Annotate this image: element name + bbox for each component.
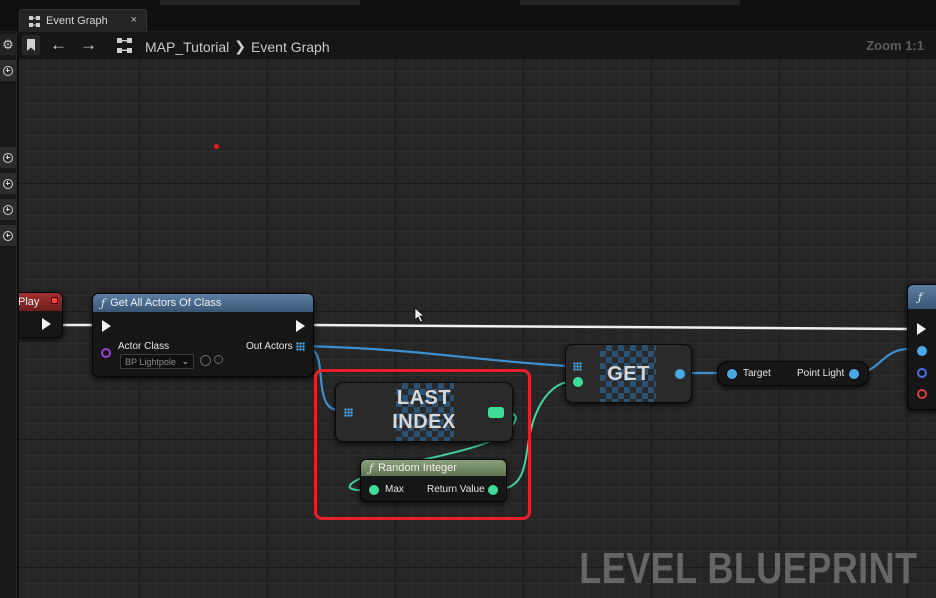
node-point-light-component[interactable]: Target Point Light (717, 361, 869, 386)
node-begin-play[interactable]: Play (19, 292, 63, 338)
breadcrumb-graph[interactable]: Event Graph (251, 39, 330, 55)
item-out-pin[interactable] (675, 369, 685, 379)
function-icon: ƒ (918, 290, 923, 304)
actor-class-label: Actor Class (118, 341, 170, 352)
node-title: Get All Actors Of Class (110, 297, 222, 309)
breadcrumb-separator: ❯ (234, 38, 247, 54)
breadcrumb-bar: ← → MAP_Tutorial ❯ Event Graph Zoom 1:1 (19, 32, 936, 59)
top-divider (520, 0, 740, 5)
add-circle-icon (3, 65, 13, 76)
add-button[interactable] (0, 199, 16, 221)
exec-wire (308, 323, 910, 331)
target-pin[interactable] (917, 346, 927, 356)
exec-out-pin[interactable] (296, 320, 305, 332)
add-button[interactable] (0, 147, 16, 169)
node-get[interactable]: GET (565, 344, 692, 403)
bookmark-icon (27, 39, 35, 51)
highlight-box (314, 369, 531, 520)
object-wire (303, 344, 568, 368)
gear-icon[interactable]: ⚙ (0, 34, 16, 56)
target-pin[interactable] (727, 369, 737, 379)
top-divider (160, 0, 360, 5)
add-circle-icon (3, 152, 13, 163)
exec-in-pin[interactable] (917, 323, 926, 335)
target-label: Target (743, 368, 771, 379)
exec-in-pin[interactable] (102, 320, 111, 332)
chevron-down-icon: ⌄ (181, 356, 189, 366)
red-marker (214, 144, 219, 149)
back-arrow-icon[interactable]: ← (50, 36, 67, 54)
point-light-label: Point Light (797, 368, 845, 379)
mouse-cursor-icon (414, 307, 426, 323)
tab-label: Event Graph (46, 15, 108, 27)
tab-bar: Event Graph × (0, 0, 936, 32)
array-in-pin[interactable] (573, 362, 582, 371)
node-set-light-function[interactable]: ƒ (907, 284, 936, 410)
node-title: Play (19, 296, 40, 308)
left-toolbar: ⚙ (0, 32, 17, 598)
node-title: GET (607, 363, 650, 385)
node-header: Play (19, 293, 62, 311)
point-light-pin[interactable] (849, 369, 859, 379)
input-pin[interactable] (917, 389, 927, 399)
breadcrumb: MAP_Tutorial ❯ Event Graph (145, 38, 330, 55)
add-button[interactable] (0, 173, 16, 195)
event-indicator-icon (51, 297, 58, 304)
use-selected-icon[interactable] (200, 355, 211, 366)
add-circle-icon (3, 178, 13, 189)
breadcrumb-level[interactable]: MAP_Tutorial (145, 39, 229, 55)
input-pin[interactable] (917, 368, 927, 378)
node-header: ƒ (908, 285, 936, 309)
node-header: ƒ Get All Actors Of Class (93, 294, 313, 312)
add-circle-icon (3, 230, 13, 241)
out-actors-pin[interactable] (296, 342, 305, 351)
add-button[interactable] (0, 60, 16, 82)
bookmark-button[interactable] (22, 35, 40, 55)
zoom-level: Zoom 1:1 (866, 38, 924, 53)
close-icon[interactable]: × (131, 14, 137, 26)
search-icon[interactable] (214, 355, 223, 364)
actor-class-value: BP Lightpole (125, 356, 176, 367)
graph-canvas[interactable]: Play ƒ Get All Actors Of Class Actor Cla… (19, 59, 936, 598)
tab-event-graph[interactable]: Event Graph × (19, 9, 147, 32)
actor-class-dropdown[interactable]: BP Lightpole ⌄ (120, 354, 194, 369)
node-get-all-actors-of-class[interactable]: ƒ Get All Actors Of Class Actor Class BP… (92, 293, 314, 377)
index-in-pin[interactable] (573, 377, 583, 387)
graph-icon (29, 15, 40, 27)
actor-class-pin[interactable] (101, 348, 111, 358)
out-actors-label: Out Actors (246, 341, 293, 352)
add-button[interactable] (0, 225, 16, 247)
function-icon: ƒ (101, 296, 106, 310)
graph-icon (117, 38, 132, 53)
forward-arrow-icon[interactable]: → (80, 36, 97, 54)
exec-out-pin[interactable] (42, 318, 51, 330)
add-circle-icon (3, 204, 13, 215)
watermark: LEVEL BLUEPRINT (579, 544, 918, 593)
